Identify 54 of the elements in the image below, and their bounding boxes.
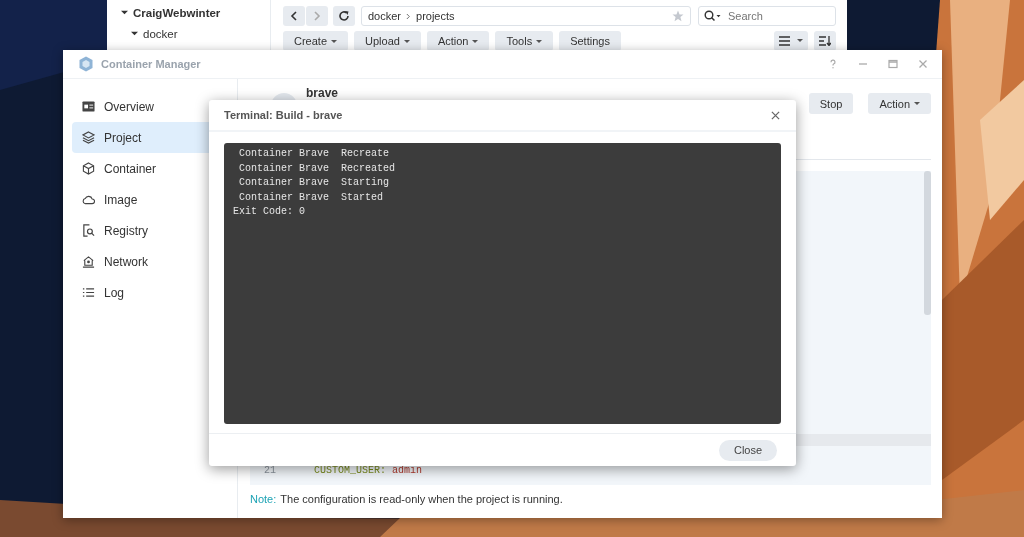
list-view-icon (779, 36, 803, 46)
network-icon (82, 255, 95, 268)
action-button[interactable]: Action (868, 93, 931, 114)
dashboard-icon (82, 100, 95, 113)
scrollbar[interactable] (924, 171, 931, 315)
close-icon[interactable] (918, 59, 928, 69)
forward-icon (312, 11, 322, 21)
tree-item[interactable]: CraigWebwinter (133, 6, 221, 19)
close-button[interactable]: Close (719, 439, 777, 461)
line-number: 21 (263, 464, 276, 476)
sort-button[interactable] (814, 31, 836, 51)
chevron-icon (406, 12, 412, 20)
cube-icon (82, 162, 95, 175)
app-icon (78, 56, 94, 72)
back-button[interactable] (283, 6, 305, 26)
toolbar-button[interactable]: Create (283, 31, 349, 51)
terminal-line: Container Brave Starting (238, 176, 390, 191)
search-field[interactable]: Search (698, 6, 836, 26)
caret-icon[interactable] (131, 30, 138, 37)
code-value: admin (392, 464, 423, 476)
tree-item[interactable]: docker (143, 27, 178, 40)
breadcrumb[interactable]: docker (368, 10, 402, 22)
toolbar-button[interactable]: Tools (495, 31, 554, 51)
toolbar-button[interactable]: Settings (559, 31, 621, 51)
maximize-icon[interactable] (888, 59, 898, 69)
close-icon[interactable] (771, 110, 780, 120)
sort-icon (819, 36, 831, 46)
help-icon[interactable] (828, 59, 838, 69)
back-icon (289, 11, 299, 21)
toolbar-button[interactable]: Upload (354, 31, 421, 51)
refresh-button[interactable] (333, 6, 355, 26)
toolbar-button[interactable]: Action (426, 31, 490, 51)
caret-icon[interactable] (121, 9, 128, 16)
terminal-line: Container Brave Recreate (238, 147, 390, 161)
action-button[interactable]: Stop (808, 93, 854, 114)
list-icon (82, 286, 95, 299)
cloud-icon (82, 193, 95, 206)
terminal-line: Container Brave Recreated (238, 161, 396, 176)
terminal-line: Container Brave Started (238, 190, 384, 205)
refresh-icon (338, 10, 350, 22)
note-text: The configuration is read-only when the project is running. (280, 493, 563, 505)
terminal-line: Exit Code: 0 (233, 205, 305, 220)
note-label: Note: (250, 493, 277, 505)
dialog-title: Terminal: Build - brave (224, 109, 343, 121)
star-icon[interactable] (672, 10, 684, 22)
search-icon[interactable] (704, 10, 722, 22)
layers-icon (82, 131, 95, 144)
breadcrumb[interactable]: projects (416, 10, 455, 22)
window-title: Container Manager (101, 58, 201, 70)
code-key: CUSTOM_USER: (314, 464, 386, 476)
view-button[interactable] (774, 31, 808, 51)
project-name: brave (306, 86, 339, 100)
registry-search-icon (82, 224, 95, 237)
path-field[interactable]: docker projects (361, 6, 691, 26)
